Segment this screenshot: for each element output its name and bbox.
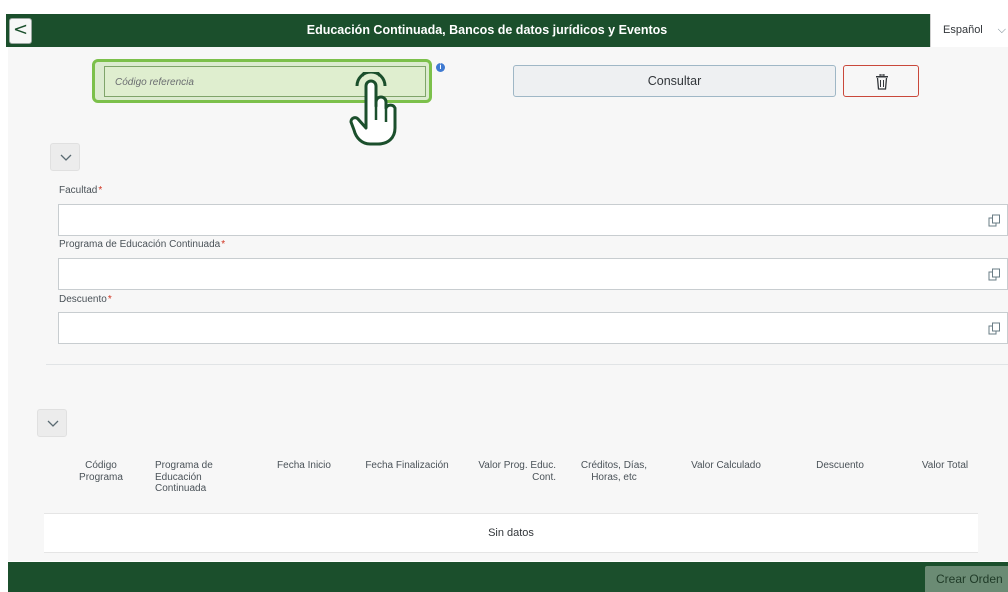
value-help-icon[interactable] [988,268,1001,281]
column-header-line: Programa [79,471,123,483]
column-header-line: Educación [155,471,202,483]
language-label: Español [943,24,983,36]
value-help-icon[interactable] [988,322,1001,335]
column-header: Fecha Finalización [356,460,458,472]
hand-pointer-icon [349,72,397,146]
column-header-line: Horas, etc [591,471,637,483]
column-header: Código Programa [70,460,132,483]
page-title: Educación Continuada, Bancos de datos ju… [306,23,668,37]
column-header: Fecha Inicio [268,460,340,472]
chevron-down-icon [47,420,59,427]
chevron-down-icon: ⌵ [997,24,1006,36]
column-header: Créditos, Días, Horas, etc [570,460,658,483]
column-header: Valor Calculado [678,460,774,472]
table-collapse-toggle[interactable] [37,409,67,437]
value-help-icon[interactable] [988,214,1001,227]
column-header: Valor Prog. Educ. Cont. [468,460,556,483]
column-header-line: Cont. [532,471,556,483]
column-header-line: Continuada [155,483,207,494]
facultad-field[interactable] [58,204,1008,236]
column-header: Valor Total [912,460,978,472]
programa-label: Programa de Educación Continuada* [59,239,226,250]
column-header-line: Código [85,460,117,471]
form-collapse-toggle[interactable] [50,143,80,171]
footer-bar [8,562,1008,592]
descuento-field[interactable] [58,312,1008,344]
chevron-down-icon [60,154,72,161]
column-header-line: Descuento [816,460,864,471]
delete-button[interactable] [843,65,919,97]
column-header-line: Fecha Finalización [365,460,449,471]
column-header: Programa de Educación Continuada [155,460,235,495]
trash-icon [876,74,888,90]
column-header-line: Valor Calculado [691,460,761,471]
required-mark: * [107,294,112,305]
column-header-line: Valor Prog. Educ. [478,460,556,471]
language-select[interactable]: Español ⌵ [930,14,1008,47]
crear-orden-button[interactable]: Crear Orden [925,566,1008,592]
facultad-label: Facultad* [59,185,103,196]
column-header-line: Fecha Inicio [277,460,331,471]
empty-table-message: Sin datos [488,527,534,539]
column-header-line: Programa de [155,460,213,471]
column-header-line: Créditos, Días, [580,460,648,471]
section-divider [46,364,1008,365]
info-icon[interactable]: i [436,63,445,72]
programa-field[interactable] [58,258,1008,290]
consultar-button[interactable]: Consultar [513,65,836,97]
descuento-label: Descuento* [59,294,112,305]
column-header: Descuento [800,460,880,472]
required-mark: * [221,239,226,250]
required-mark: * [98,185,103,196]
column-header-line: Valor Total [921,460,969,471]
